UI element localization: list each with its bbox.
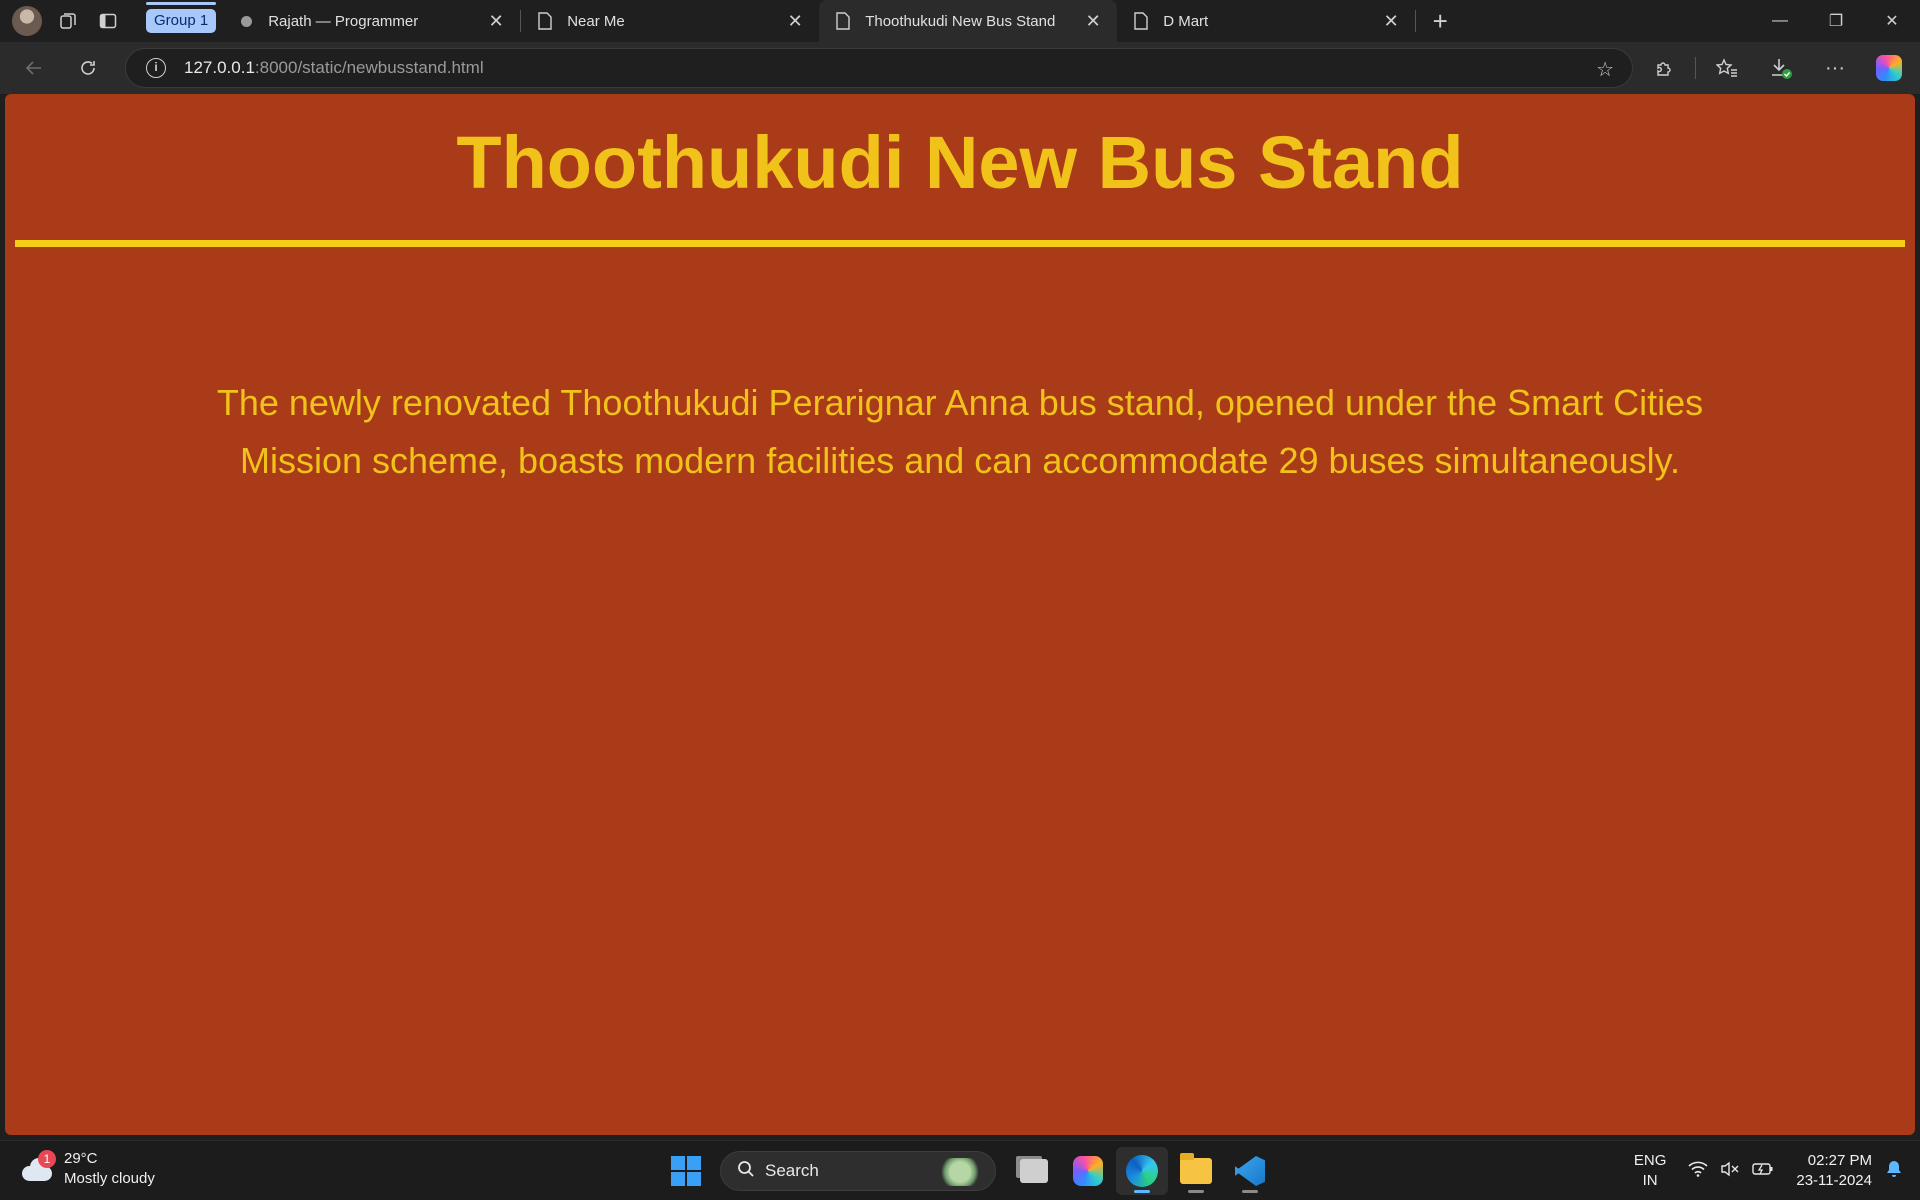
back-button[interactable] [12,46,56,90]
url-path: :8000/static/newbusstand.html [254,58,484,77]
window-controls: — ❐ ✕ [1752,0,1920,42]
windows-taskbar: 1 29°C Mostly cloudy Search ENG IN 02:27… [0,1140,1920,1200]
page-icon [835,12,851,30]
refresh-button[interactable] [66,46,110,90]
search-icon [737,1160,755,1183]
workspaces-icon[interactable] [48,1,88,41]
battery-icon[interactable] [1752,1161,1774,1182]
notification-badge: 1 [38,1150,56,1168]
site-info-icon[interactable]: i [146,58,166,78]
favorites-button[interactable] [1700,46,1754,90]
file-explorer-button[interactable] [1170,1147,1222,1195]
tab-separator [1415,10,1417,32]
tab-d-mart[interactable]: D Mart ✕ [1117,0,1415,42]
toolbar-actions: ··· [1637,46,1916,90]
language-code: ENG [1633,1152,1667,1169]
close-window-button[interactable]: ✕ [1864,0,1920,42]
profile-avatar[interactable] [12,6,42,36]
task-view-icon [1020,1159,1048,1183]
page-description: The newly renovated Thoothukudi Perarign… [216,382,1704,481]
page-icon [1133,12,1149,30]
windows-logo-icon [671,1156,701,1186]
weather-widget[interactable]: 1 29°C Mostly cloudy [20,1149,155,1189]
tab-title: Rajath — Programmer [268,12,419,30]
downloads-button[interactable] [1754,46,1808,90]
download-icon [1772,59,1792,79]
toolbar-separator [1695,57,1696,79]
favorites-list-icon [1716,58,1737,77]
tab-rajath[interactable]: Rajath — Programmer ✕ [222,0,520,42]
tab-strip: Group 1 Rajath — Programmer ✕ Near Me ✕ … [0,0,1920,42]
tab-near-me[interactable]: Near Me ✕ [521,0,819,42]
system-tray: ENG IN 02:27 PM 23-11-2024 [1634,1147,1920,1195]
close-icon[interactable]: ✕ [486,11,506,31]
taskbar-search[interactable]: Search [720,1151,996,1191]
restore-button[interactable]: ❐ [1808,0,1864,42]
edge-app-button[interactable] [1116,1147,1168,1195]
weather-description: Mostly cloudy [64,1170,155,1187]
clock-date: 23-11-2024 [1796,1172,1872,1189]
volume-muted-icon[interactable] [1720,1161,1740,1182]
tab-group-chip[interactable]: Group 1 [146,2,217,33]
edge-icon [1126,1155,1158,1187]
more-menu-button[interactable]: ··· [1808,46,1862,90]
running-indicator [1188,1190,1204,1193]
close-icon[interactable]: ✕ [1381,11,1401,31]
minimize-button[interactable]: — [1752,0,1808,42]
tab-title: Thoothukudi New Bus Stand [865,12,1056,30]
back-arrow-icon [25,61,41,75]
copilot-icon [1876,55,1902,81]
clock[interactable]: 02:27 PM 23-11-2024 [1796,1151,1872,1191]
favorite-star-icon[interactable]: ☆ [1596,57,1614,82]
page-viewport: Thoothukudi New Bus Stand The newly reno… [5,94,1915,1135]
page-heading: Thoothukudi New Bus Stand [456,121,1464,204]
puzzle-icon [1657,62,1671,76]
close-icon[interactable]: ✕ [785,11,805,31]
copilot-button[interactable] [1862,46,1916,90]
region-code: IN [1642,1172,1658,1189]
search-highlight-image [939,1158,981,1186]
new-tab-button[interactable]: + [1420,1,1460,41]
recording-dot-icon [238,12,254,30]
language-indicator[interactable]: ENG IN [1634,1151,1667,1191]
vscode-button[interactable] [1224,1147,1276,1195]
tab-title: Near Me [567,12,625,30]
start-button[interactable] [660,1147,712,1195]
refresh-icon [81,61,95,75]
running-indicator [1134,1190,1150,1193]
tab-title: D Mart [1163,12,1209,30]
heading-divider [15,240,1905,247]
url-host: 127.0.0.1 [184,58,255,77]
weather-temperature: 29°C [64,1150,98,1167]
folder-icon [1180,1153,1212,1184]
copilot-app-button[interactable] [1062,1147,1114,1195]
running-indicator [1242,1190,1258,1193]
vscode-icon [1235,1156,1265,1186]
browser-toolbar: i 127.0.0.1:8000/static/newbusstand.html… [0,42,1920,94]
taskbar-apps: Search [660,1147,1278,1195]
extensions-button[interactable] [1637,46,1691,90]
tab-thoothukudi[interactable]: Thoothukudi New Bus Stand ✕ [819,0,1118,42]
address-bar[interactable]: i 127.0.0.1:8000/static/newbusstand.html… [125,48,1633,88]
vertical-tabs-icon[interactable] [88,1,128,41]
search-label: Search [765,1161,819,1180]
wifi-icon[interactable] [1688,1161,1708,1182]
task-view-button[interactable] [1008,1147,1060,1195]
page-icon [537,12,553,30]
notification-bell-icon[interactable] [1886,1160,1902,1183]
close-icon[interactable]: ✕ [1083,11,1103,31]
clock-time: 02:27 PM [1807,1152,1872,1169]
copilot-icon [1073,1156,1103,1186]
cloud-icon: 1 [20,1150,56,1182]
